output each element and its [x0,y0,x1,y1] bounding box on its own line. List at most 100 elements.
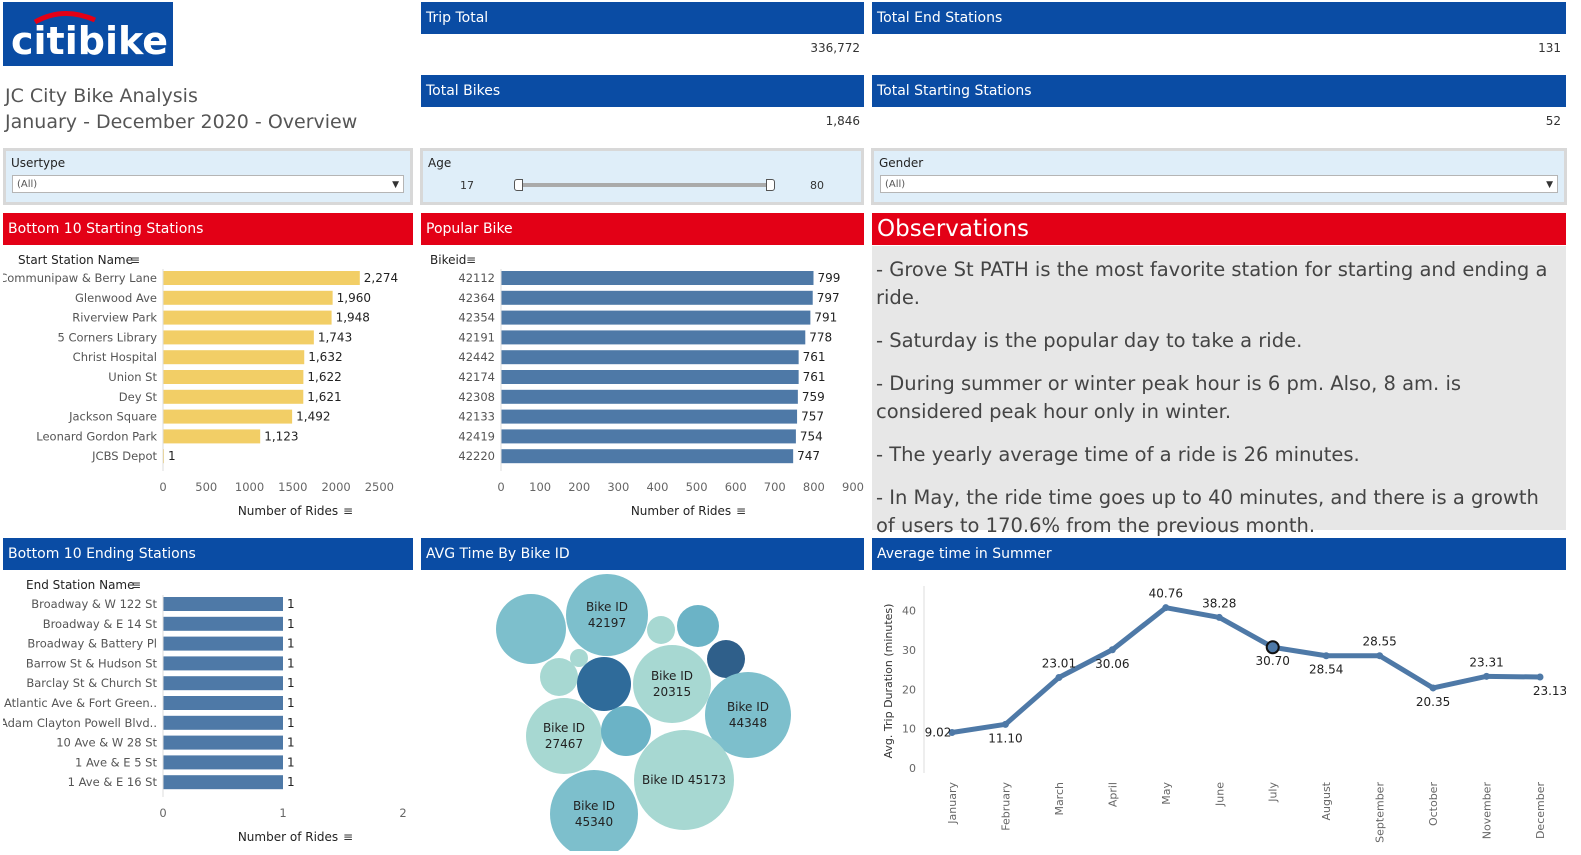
bar [501,330,806,345]
usertype-filter: Usertype (All) ▼ [3,148,413,205]
observation-item: - Saturday is the popular day to take a … [876,329,1303,352]
y-axis-title: Bikeid [430,253,466,267]
popular-bike-chart: Bikeid ≡42112 79942364 79742354 79142191 7784… [430,253,864,518]
age-min-value: 17 [460,179,474,192]
data-point [1376,652,1384,660]
age-slider-min-handle[interactable] [514,179,523,191]
data-point [1108,646,1116,654]
x-tick-label: 0 [497,480,504,494]
bar [501,449,794,464]
bar-value-label: 797 [817,291,840,305]
usertype-dropdown[interactable]: (All) ▼ [12,175,404,193]
bar-value-label: 1 [168,449,176,463]
kpi-total-end-stations-value: 131 [1538,41,1561,55]
x-tick-label: 1000 [235,480,264,494]
bubble [526,698,602,774]
bottom-start-chart: Start Station Name≡Communipaw & Berry La… [3,253,398,518]
x-tick-label: 200 [568,480,590,494]
bubble-label: 44348 [729,716,767,730]
gender-dropdown-value: (All) [885,179,906,190]
bar [163,429,261,444]
x-tick-label: March [1053,782,1066,816]
age-slider-track[interactable] [518,183,770,187]
x-axis-title: Number of Rides [631,504,731,518]
bar [163,290,333,305]
kpi-total-bikes-header: Total Bikes [421,75,864,107]
logo-text: citibike [11,19,168,63]
y-axis-title: Start Station Name [18,253,133,267]
bubble [566,574,648,656]
bubble [707,640,745,678]
bar [163,409,293,424]
bar [163,616,283,631]
bar-value-label: 1,492 [296,410,330,424]
data-label: 23.13 [1533,684,1566,698]
category-label: 5 Corners Library [57,330,157,344]
kpi-trip-total-value: 336,772 [810,41,860,55]
x-tick-label: 1 [279,806,286,820]
bar-value-label: 1 [287,775,295,789]
sort-icon: ≡ [466,253,476,267]
bar-value-label: 761 [803,350,826,364]
bar-value-label: 761 [803,370,826,384]
data-point [1483,672,1491,680]
usertype-filter-label: Usertype [11,156,66,170]
bubble-label: 42197 [588,616,626,630]
observation-item: - The yearly average time of a ride is 2… [876,443,1360,466]
category-label: 42442 [458,350,495,364]
category-label: Barclay St & Church St [26,676,157,690]
category-label: Barrow St & Hudson St [26,656,158,670]
data-point [1536,673,1544,681]
bar-value-label: 1 [287,755,295,769]
bar [501,290,813,305]
gender-dropdown[interactable]: (All) ▼ [880,175,1558,193]
bubble [577,657,631,711]
bubble-label: Bike ID [573,799,615,813]
x-tick-label: April [1106,782,1119,807]
bar-value-label: 2,274 [364,271,398,285]
x-axis-title: Number of Rides [238,830,338,844]
category-label: 42419 [458,429,495,443]
y-tick-label: 20 [902,683,916,696]
category-label: Atlantic Ave & Fort Green.. [4,696,157,710]
bar-value-label: 1,960 [337,291,371,305]
x-tick-label: 2500 [365,480,394,494]
age-slider-max-handle[interactable] [766,179,775,191]
bar-value-label: 747 [797,449,820,463]
age-filter: Age 17 80 [420,148,864,205]
bubble-label: Bike ID [543,721,585,735]
category-label: Broadway & E 14 St [43,617,158,631]
bottom-end-header: Bottom 10 Ending Stations [3,538,413,570]
bar [163,755,283,770]
x-tick-label: 100 [529,480,551,494]
category-label: 42308 [458,390,495,404]
bar [501,389,798,404]
bubble [647,616,675,644]
kpi-total-starting-stations-header: Total Starting Stations [872,75,1566,107]
series-line [951,605,1541,735]
bubble-label: Bike ID [651,669,693,683]
bar [163,330,314,345]
bar [163,696,283,710]
observations-header: Observations [872,213,1566,245]
x-tick-label: 2 [399,806,406,820]
x-tick-label: 900 [842,480,864,494]
y-tick-label: 0 [909,762,916,775]
citibike-logo-graphic: citibike [11,10,168,63]
sort-icon: ≡ [736,504,746,518]
data-point [1265,640,1280,655]
bar [163,656,283,671]
data-point [1429,684,1437,692]
bar [163,715,283,730]
observation-item: - In May, the ride time goes up to 40 mi… [876,486,1539,537]
bar [501,271,814,285]
category-label: 42220 [458,449,495,463]
data-label: 30.06 [1095,657,1129,671]
bar-value-label: 1,622 [307,370,341,384]
bar-value-label: 1,948 [336,311,370,325]
gender-filter: Gender (All) ▼ [871,148,1567,205]
bar-value-label: 754 [800,429,823,443]
bar-value-label: 757 [801,410,824,424]
bar [163,775,283,790]
bubble-label: Bike ID [586,600,628,614]
